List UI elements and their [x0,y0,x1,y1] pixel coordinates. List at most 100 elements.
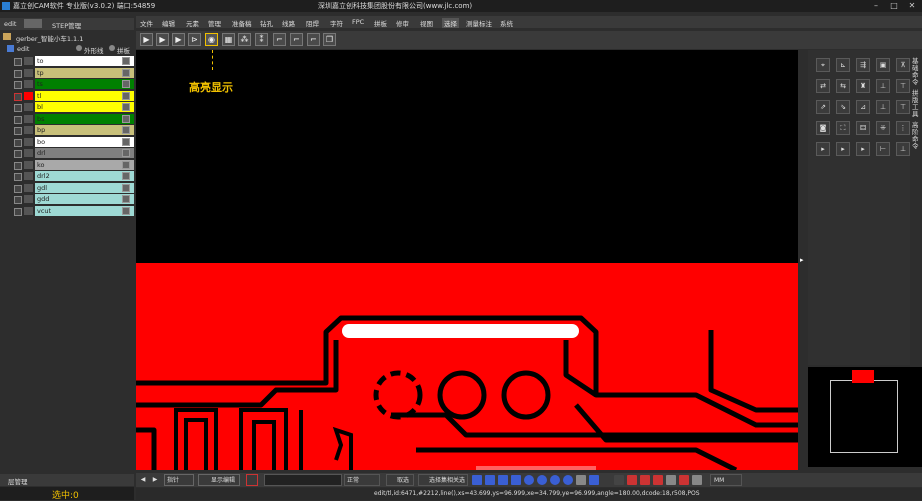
menu-item[interactable]: 测量标注 [466,18,492,28]
layer-visibility-toggle[interactable] [122,183,130,192]
highlighted-line[interactable] [342,324,579,338]
layer-row[interactable]: bs [14,113,134,124]
units-select[interactable]: MM [710,474,742,486]
job-name[interactable]: gerber_智能小车1.1.1 [16,33,83,43]
frame-pointer3-icon[interactable]: ⌐ [307,33,320,46]
tool-button-icon[interactable]: ⇄ [816,79,830,93]
layer-row[interactable]: bl [14,102,134,112]
layer-visibility-toggle[interactable] [122,126,130,134]
deselect-button[interactable]: 取选 [386,474,414,486]
tool-button-icon[interactable]: ⇗ [816,100,830,114]
bottom-tool-icon[interactable] [666,475,676,485]
layer-row[interactable]: ko [14,159,134,170]
tool-button-icon[interactable]: ⇆ [836,79,850,93]
layer-visibility-toggle[interactable] [122,195,130,203]
tool-button-icon[interactable]: ⊤ [896,79,910,93]
preview-viewport[interactable] [852,370,874,383]
tool-button-icon[interactable]: ▸ [856,142,870,156]
layer-checkbox[interactable] [14,161,22,170]
menu-item[interactable]: 视图 [420,18,433,28]
tool-button-icon[interactable]: ▣ [876,58,890,72]
menu-item[interactable]: 钻孔 [260,18,273,28]
layer-row[interactable]: tl [14,90,134,101]
tool-button-icon[interactable]: ◙ [816,121,830,135]
layer-checkbox[interactable] [14,150,22,158]
layer-swatch[interactable] [24,183,33,192]
bottom-tool-icon[interactable] [485,475,495,485]
layer-name[interactable]: bo [35,136,134,147]
layer-name[interactable]: bs [35,113,134,124]
layer-name[interactable]: drl2 [35,171,134,181]
layer-checkbox[interactable] [14,69,22,78]
frame-icon[interactable] [246,474,258,486]
layer-row[interactable]: gdd [14,194,134,204]
layer-name[interactable]: vcut [35,205,134,216]
bottom-tool-icon[interactable] [563,475,573,485]
panel-toggle[interactable]: 拼板 [117,45,130,55]
layer-name[interactable]: tl [35,90,134,101]
maximize-icon[interactable]: □ [886,0,902,12]
layer-visibility-toggle[interactable] [122,206,130,215]
command-input[interactable] [264,474,342,486]
frame-pointer-icon[interactable]: ⌐ [273,33,286,46]
bottom-tool-icon[interactable] [537,475,547,485]
bottom-tool-icon[interactable] [627,475,637,485]
bottom-tool-icon[interactable] [679,475,689,485]
tool-button-icon[interactable]: ⊤ [896,100,910,114]
layer-checkbox[interactable] [14,115,22,124]
menu-item[interactable]: 准备稿 [232,18,252,28]
bottom-tool-icon[interactable] [640,475,650,485]
layer-swatch[interactable] [24,126,33,134]
layer-row[interactable]: ts [14,79,134,89]
layer-visibility-toggle[interactable] [122,80,130,88]
tab-edit[interactable]: edit [4,20,16,28]
layer-swatch[interactable] [24,91,33,100]
menu-item[interactable]: 字符 [330,18,343,28]
pointer-move-icon[interactable]: ▶ [172,33,185,46]
tool-button-icon[interactable]: ⊥ [876,100,890,114]
layer-name[interactable]: bl [35,102,134,112]
tool-button-icon[interactable]: ⊾ [836,58,850,72]
layer-name[interactable]: tp [35,67,134,78]
side-tab-advanced[interactable]: 高阶命令 [912,122,920,150]
layer-swatch[interactable] [24,149,33,157]
minimize-icon[interactable]: – [868,0,884,12]
layer-checkbox[interactable] [14,58,22,66]
menu-item[interactable]: 管理 [208,18,221,28]
bottom-tool-icon[interactable] [576,475,586,485]
frame-pointer2-icon[interactable]: ⌐ [290,33,303,46]
menu-item[interactable]: FPC [352,18,364,26]
layer-checkbox[interactable] [14,207,22,216]
menu-item[interactable]: 系统 [500,18,513,28]
bottom-tool-icon[interactable] [653,475,663,485]
layer-name[interactable]: to [35,56,134,66]
layer-row[interactable]: to [14,56,134,66]
menu-item[interactable]: 元素 [186,18,199,28]
outline-radio-icon[interactable] [76,45,82,51]
prev-icon[interactable]: ◀ [138,474,148,486]
layer-row[interactable]: bp [14,125,134,135]
tool-button-icon[interactable]: ⊼ [896,58,910,72]
tab-step-manage[interactable]: STEP管理 [52,20,81,30]
mode-dropdown[interactable]: 正常 [344,474,380,486]
bottom-tool-icon[interactable] [692,475,702,485]
layer-name[interactable]: ts [35,79,134,89]
layer-swatch[interactable] [24,206,33,215]
bottom-tool-icon[interactable] [524,475,534,485]
menu-item[interactable]: 拼板 [374,18,387,28]
layer-name[interactable]: gdl [35,182,134,193]
layer-visibility-toggle[interactable] [122,91,130,100]
layer-swatch[interactable] [24,137,33,146]
copy-frame-icon[interactable]: ❐ [323,33,336,46]
tool-button-icon[interactable]: ⊥ [896,142,910,156]
pointer-box-icon[interactable]: ⊳ [188,33,201,46]
bottom-tool-icon[interactable] [472,475,482,485]
layer-swatch[interactable] [24,80,33,88]
layer-checkbox[interactable] [14,127,22,135]
bottom-tool-icon[interactable] [511,475,521,485]
layer-manage-tab[interactable]: 层管理 [0,474,134,486]
layer-visibility-toggle[interactable] [122,103,130,111]
layer-name[interactable]: gdd [35,194,134,204]
layer-swatch[interactable] [24,103,33,111]
tool-button-icon[interactable]: ⋮ [896,121,910,135]
